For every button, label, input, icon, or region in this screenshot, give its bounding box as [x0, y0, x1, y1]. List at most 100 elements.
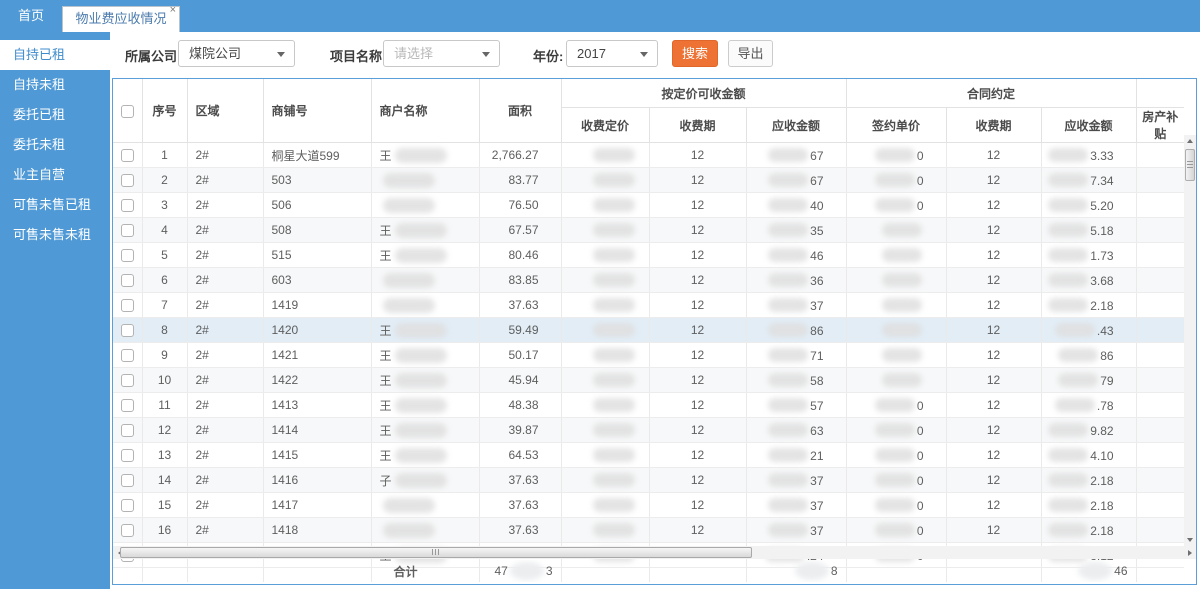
- year-select[interactable]: 2017: [566, 40, 658, 67]
- horizontal-scrollbar-thumb[interactable]: [120, 547, 752, 558]
- company-select[interactable]: 煤院公司: [178, 40, 295, 67]
- sidebar-item-self-held-rented[interactable]: 自持已租: [0, 40, 110, 70]
- redacted-merchant-name: [394, 447, 447, 463]
- table-row[interactable]: 8 2# 1420 王 59.49 12 86 12.43: [113, 317, 1185, 343]
- table-row[interactable]: 2 2# 503 83.77 12 67 0 12 7.34: [113, 167, 1185, 193]
- row-checkbox[interactable]: [120, 424, 134, 438]
- table-row[interactable]: 5 2# 515 王 80.46 12 46 12 1.73: [113, 242, 1185, 268]
- row-merchant: 王: [371, 342, 480, 368]
- project-select[interactable]: 请选择: [383, 40, 500, 67]
- row-receivable: 63: [746, 417, 847, 443]
- row-checkbox[interactable]: [120, 349, 134, 363]
- table-row[interactable]: 14 2# 1416 子 37.63 12 37 0 12 2.18: [113, 467, 1185, 493]
- row-area: 37.63: [479, 517, 562, 543]
- redacted-merchant-name: [394, 147, 447, 163]
- table-row[interactable]: 1 2# 桐星大道599 王 2,766.27 12 67 0 12 3.33: [113, 142, 1185, 168]
- row-merchant: 王: [371, 142, 480, 168]
- table-row[interactable]: 10 2# 1422 王 45.94 12 58 12 79: [113, 367, 1185, 393]
- row-select-cell: [113, 167, 143, 193]
- table-row[interactable]: 16 2# 1418 37.63 12 37 0 12 2.18: [113, 517, 1185, 543]
- sidebar-item-sellable-unsold-unrented[interactable]: 可售未售未租: [0, 220, 110, 250]
- redacted-contract-receivable: [1048, 448, 1089, 463]
- sidebar-item-sellable-unsold-rented[interactable]: 可售未售已租: [0, 190, 110, 220]
- row-checkbox[interactable]: [120, 374, 134, 388]
- row-contract-price: [846, 267, 947, 293]
- redacted-receivable: [768, 448, 809, 463]
- close-icon[interactable]: ×: [170, 5, 176, 16]
- row-area: 80.46: [479, 242, 562, 268]
- table-row[interactable]: 13 2# 1415 王 64.53 12 21 0 12 4.10: [113, 442, 1185, 468]
- sidebar-item-entrusted-unrented[interactable]: 委托未租: [0, 130, 110, 160]
- tab-active-label: 物业费应收情况: [75, 11, 167, 26]
- row-checkbox[interactable]: [120, 524, 134, 538]
- search-button[interactable]: 搜索: [672, 40, 718, 67]
- row-seq: 8: [142, 317, 188, 343]
- export-button[interactable]: 导出: [728, 40, 773, 67]
- scroll-up-arrow-icon[interactable]: [1184, 135, 1196, 147]
- redacted-contract-price: [874, 473, 915, 488]
- row-contract-price: [846, 292, 947, 318]
- tab-property-fee-receivables[interactable]: 物业费应收情况 ×: [62, 5, 180, 32]
- redacted-contract-receivable: [1048, 173, 1089, 188]
- row-merchant: 王: [371, 392, 480, 418]
- row-merchant: [371, 267, 480, 293]
- row-checkbox[interactable]: [120, 499, 134, 513]
- scroll-down-arrow-icon[interactable]: [1184, 534, 1196, 546]
- row-subsidy: [1136, 242, 1185, 268]
- row-area: 39.87: [479, 417, 562, 443]
- row-zone: 2#: [187, 492, 264, 518]
- row-fee-period: 12: [649, 267, 747, 293]
- redacted-unit-price: [592, 198, 635, 213]
- vertical-scrollbar-thumb[interactable]: [1185, 149, 1195, 181]
- redacted-receivable: [768, 423, 809, 438]
- table-row[interactable]: 15 2# 1417 37.63 12 37 0 12 2.18: [113, 492, 1185, 518]
- row-checkbox[interactable]: [120, 149, 134, 163]
- table-row[interactable]: 12 2# 1414 王 39.87 12 63 0 12 9.82: [113, 417, 1185, 443]
- row-checkbox[interactable]: [120, 174, 134, 188]
- redacted-receivable: [768, 173, 809, 188]
- row-contract-period: 12: [946, 517, 1042, 543]
- row-checkbox[interactable]: [120, 249, 134, 263]
- row-shop: 1418: [263, 517, 372, 543]
- redacted-contract-receivable: [1058, 373, 1099, 388]
- sidebar-item-self-held-unrented[interactable]: 自持未租: [0, 70, 110, 100]
- row-contract-period: 12: [946, 367, 1042, 393]
- row-subsidy: [1136, 192, 1185, 218]
- horizontal-scrollbar[interactable]: [113, 546, 1196, 559]
- row-checkbox[interactable]: [120, 324, 134, 338]
- scroll-right-arrow-icon[interactable]: [1183, 546, 1196, 559]
- row-select-cell: [113, 367, 143, 393]
- table-row[interactable]: 11 2# 1413 王 48.38 12 57 0 12.78: [113, 392, 1185, 418]
- row-checkbox[interactable]: [120, 224, 134, 238]
- row-checkbox[interactable]: [120, 199, 134, 213]
- row-checkbox[interactable]: [120, 449, 134, 463]
- row-receivable: 58: [746, 367, 847, 393]
- redacted-contract-price: [874, 148, 915, 163]
- vertical-scrollbar[interactable]: [1184, 135, 1196, 546]
- row-area: 45.94: [479, 367, 562, 393]
- redacted-receivable: [768, 523, 809, 538]
- table-row[interactable]: 7 2# 1419 37.63 12 37 12 2.18: [113, 292, 1185, 318]
- row-checkbox[interactable]: [120, 299, 134, 313]
- sidebar-item-entrusted-rented[interactable]: 委托已租: [0, 100, 110, 130]
- row-contract-receivable: 2.18: [1041, 517, 1137, 543]
- totals-empty-cell: [142, 560, 188, 582]
- redacted-unit-price: [592, 473, 635, 488]
- row-receivable: 67: [746, 142, 847, 168]
- sidebar-item-owner-operated[interactable]: 业主自营: [0, 160, 110, 190]
- tab-home[interactable]: 首页: [18, 0, 44, 32]
- select-all-checkbox[interactable]: [120, 104, 134, 118]
- row-fee-period: 12: [649, 417, 747, 443]
- table-row[interactable]: 6 2# 603 83.85 12 36 12 3.68: [113, 267, 1185, 293]
- table-row[interactable]: 4 2# 508 王 67.57 12 35 12 5.18: [113, 217, 1185, 243]
- redacted-unit-price: [592, 273, 635, 288]
- table-row[interactable]: 3 2# 506 76.50 12 40 0 12 5.20: [113, 192, 1185, 218]
- row-checkbox[interactable]: [120, 474, 134, 488]
- row-area: 83.85: [479, 267, 562, 293]
- row-checkbox[interactable]: [120, 274, 134, 288]
- row-subsidy: [1136, 142, 1185, 168]
- table-row[interactable]: 9 2# 1421 王 50.17 12 71 12 86: [113, 342, 1185, 368]
- row-seq: 13: [142, 442, 188, 468]
- row-checkbox[interactable]: [120, 399, 134, 413]
- row-contract-receivable: 5.18: [1041, 217, 1137, 243]
